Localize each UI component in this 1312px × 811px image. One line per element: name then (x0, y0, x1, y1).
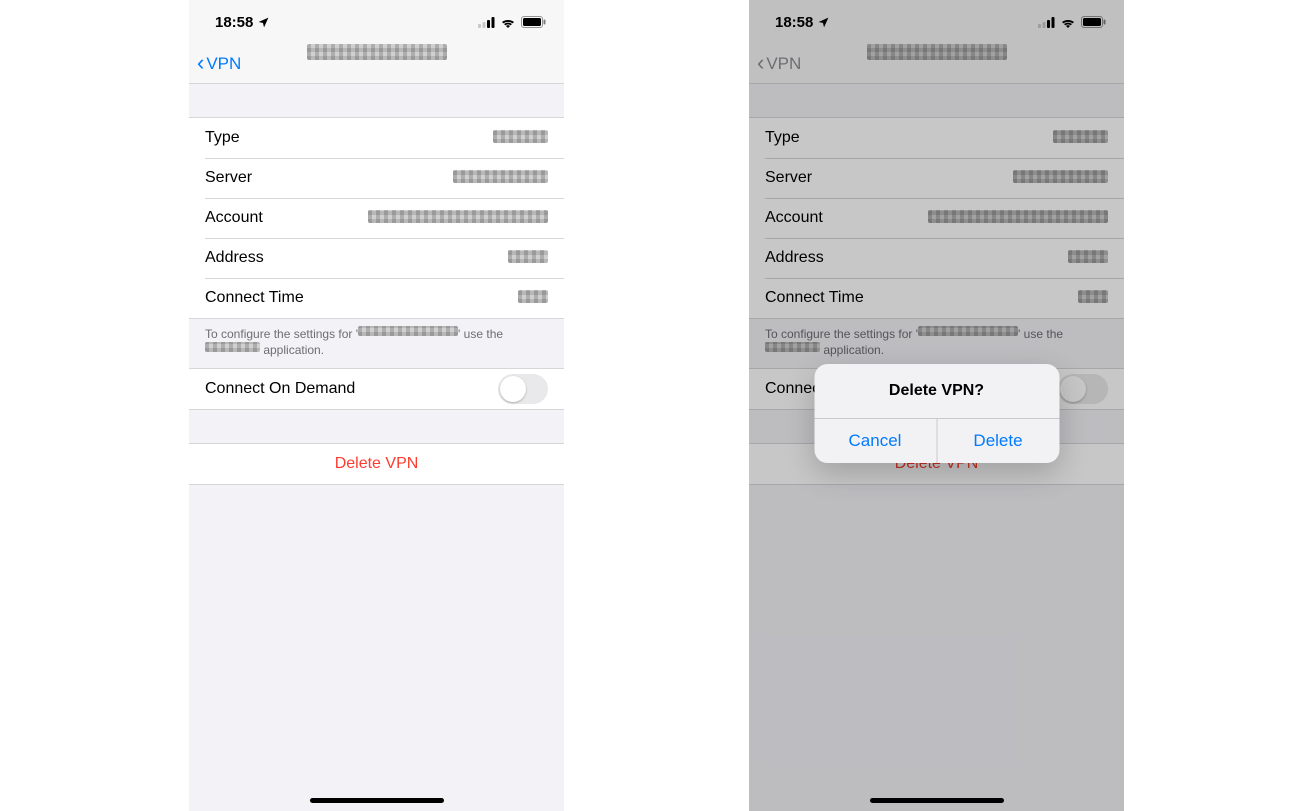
nav-bar: ‹ VPN ██████ ██████ (749, 44, 1124, 84)
row-server: Server ██████████ (749, 158, 1124, 198)
chevron-left-icon: ‹ (757, 52, 764, 74)
row-connect-time: Connect Time ████ (749, 278, 1124, 318)
nav-back-button[interactable]: ‹ VPN (197, 54, 241, 74)
connect-on-demand-toggle[interactable] (1058, 374, 1108, 404)
row-server-value: ██████████ (453, 170, 548, 183)
status-time: 18:58 (215, 14, 253, 31)
row-address-value: █████ (508, 250, 548, 263)
location-arrow-icon (257, 16, 270, 29)
alert-title: Delete VPN? (814, 364, 1059, 418)
phone-screenshot-normal: 18:58 (189, 0, 564, 811)
alert-cancel-button[interactable]: Cancel (814, 419, 936, 463)
row-address-label: Address (205, 249, 264, 267)
home-indicator[interactable] (870, 798, 1004, 803)
connect-on-demand-toggle[interactable] (498, 374, 548, 404)
connect-on-demand-group: Connect On Demand (189, 368, 564, 410)
status-time: 18:58 (775, 14, 813, 31)
row-type-value: ██████ (493, 130, 548, 143)
nav-title: ██████ ██████ (307, 44, 447, 84)
vpn-details-group: Type ██████ Server ██████████ Account ██… (189, 117, 564, 319)
row-server: Server ██████████ (189, 158, 564, 198)
row-account: Account ████████████████ (189, 198, 564, 238)
row-connect-on-demand-label: Connect On Demand (205, 380, 355, 398)
configure-note: To configure the settings for '█████████… (189, 319, 564, 368)
chevron-left-icon: ‹ (197, 52, 204, 74)
battery-icon (1081, 16, 1106, 28)
row-connect-time: Connect Time ████ (189, 278, 564, 318)
cellular-icon (478, 17, 495, 28)
row-type-label: Type (205, 129, 240, 147)
alert-delete-button[interactable]: Delete (936, 419, 1059, 463)
phone-screenshot-alert: 18:58 (749, 0, 1124, 811)
nav-title: ██████ ██████ (867, 44, 1007, 84)
configure-note: To configure the settings for '█████████… (749, 319, 1124, 368)
row-type: Type ██████ (189, 118, 564, 158)
battery-icon (521, 16, 546, 28)
row-connect-time-value: ████ (518, 290, 548, 303)
home-indicator[interactable] (310, 798, 444, 803)
row-account-label: Account (205, 209, 263, 227)
wifi-icon (1060, 16, 1076, 28)
vpn-details-group: Type ██████ Server ██████████ Account ██… (749, 117, 1124, 319)
row-type: Type ██████ (749, 118, 1124, 158)
row-server-label: Server (205, 169, 252, 187)
row-connect-on-demand[interactable]: Connect On Demand (189, 369, 564, 409)
wifi-icon (500, 16, 516, 28)
row-address: Address █████ (189, 238, 564, 278)
row-account: Account ████████████████ (749, 198, 1124, 238)
nav-back-label: VPN (766, 54, 801, 74)
location-arrow-icon (817, 16, 830, 29)
nav-back-button[interactable]: ‹ VPN (757, 54, 801, 74)
row-address: Address █████ (749, 238, 1124, 278)
row-account-value: ████████████████ (368, 210, 548, 223)
status-bar: 18:58 (749, 0, 1124, 44)
status-bar: 18:58 (189, 0, 564, 44)
delete-vpn-alert: Delete VPN? Cancel Delete (814, 364, 1059, 463)
nav-bar: ‹ VPN ██████ ██████ (189, 44, 564, 84)
cellular-icon (1038, 17, 1055, 28)
nav-back-label: VPN (206, 54, 241, 74)
delete-vpn-button[interactable]: Delete VPN (189, 444, 564, 484)
delete-vpn-group: Delete VPN (189, 443, 564, 485)
row-connect-time-label: Connect Time (205, 289, 304, 307)
